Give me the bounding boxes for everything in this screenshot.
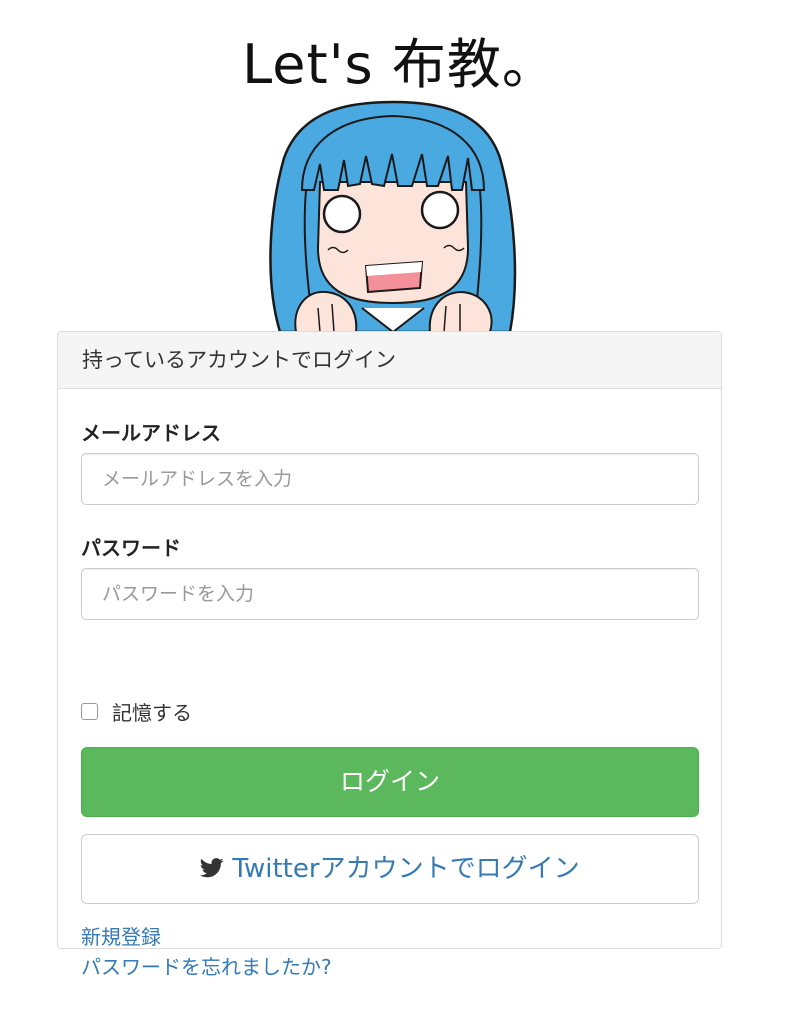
password-label: パスワード	[81, 536, 181, 560]
email-field[interactable]	[81, 453, 699, 505]
hero-title: Let's 布教。	[242, 33, 557, 96]
email-label: メールアドレス	[81, 421, 221, 445]
remember-label[interactable]: 記憶する	[112, 697, 192, 726]
login-panel: 持っているアカウントでログイン メールアドレス パスワード 記憶する ログイン …	[57, 331, 722, 979]
hero: Let's 布教。	[0, 0, 799, 332]
register-link[interactable]: 新規登録	[81, 921, 161, 950]
password-field[interactable]	[81, 568, 699, 620]
remember-row: 記憶する	[81, 697, 192, 726]
twitter-button-label: Twitterアカウントでログイン	[232, 854, 580, 884]
login-button[interactable]: ログイン	[81, 747, 699, 817]
remember-checkbox[interactable]	[81, 702, 98, 720]
forgot-password-link[interactable]: パスワードを忘れましたか?	[81, 951, 332, 980]
mascot-illustration	[269, 100, 517, 332]
twitter-login-button[interactable]: Twitterアカウントでログイン	[81, 834, 699, 904]
twitter-bird-icon	[200, 857, 225, 877]
panel-heading: 持っているアカウントでログイン	[58, 332, 721, 389]
